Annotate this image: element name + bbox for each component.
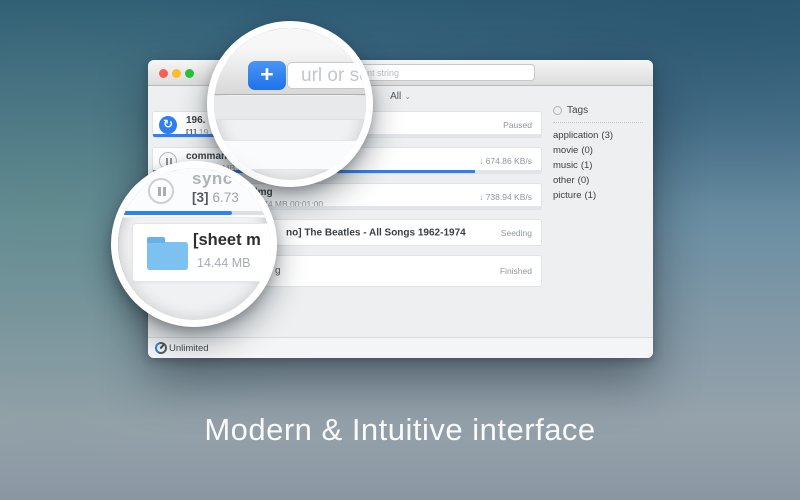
zoom-button[interactable] [185,69,194,78]
tags-sidebar: Tags application(3) movie(0) music(1) ot… [553,105,648,203]
row-status: ↓ 738.94 KB/s [479,192,532,202]
sidebar-item-music[interactable]: music(1) [553,158,648,173]
tag-circle-icon [553,106,562,115]
add-download-button: + [248,61,286,90]
queue-number: [3] [192,190,209,205]
speed-limit-status[interactable]: Unlimited [169,343,209,354]
sidebar-item-application[interactable]: application(3) [553,128,648,143]
download-size: 14.44 MB [197,256,251,270]
row-status: Paused [503,120,532,130]
speedometer-icon [155,342,167,354]
url-search-input[interactable] [353,64,535,81]
minimize-button[interactable] [172,69,181,78]
folder-icon [147,242,188,270]
sidebar-item-picture[interactable]: picture(1) [553,188,648,203]
tags-header-label: Tags [567,105,588,116]
status-bar: Unlimited [148,337,653,358]
tags-header[interactable]: Tags [553,105,648,116]
magnified-filter-band [214,96,366,120]
tag-count: (0) [578,175,590,186]
download-title: g [275,266,281,277]
progress-fill [118,211,232,215]
chevron-down-icon: ⌄ [404,92,411,101]
magnified-download-title: [sheet m [193,231,261,250]
magnifier-left-content: sync [3] 6.73 [sheet m 14.44 MB [118,168,270,320]
magnified-row-band [214,140,366,170]
close-button[interactable] [159,69,168,78]
tag-count: (1) [581,160,593,171]
row-status: Seeding [501,228,532,238]
caption-text: Modern & Intuitive interface [0,412,800,448]
sidebar-item-other[interactable]: other(0) [553,173,648,188]
downloading-icon[interactable]: ↻ [159,116,177,134]
magnifier-circle-top: + url or se [207,21,373,187]
download-size: 6.73 [213,190,239,205]
tags-separator [553,122,643,123]
filter-all-label: All [390,91,401,102]
tag-count: (1) [585,190,597,201]
magnified-search-field: url or se [287,62,366,89]
magnifier-circle-left: sync [3] 6.73 [sheet m 14.44 MB [111,161,277,327]
magnified-download-title: sync [192,169,233,189]
download-title: 196. [186,115,205,126]
tag-count: (3) [601,130,613,141]
filter-all-dropdown[interactable]: All⌄ [390,91,411,102]
download-title: no] The Beatles - All Songs 1962-1974 [286,227,466,238]
pause-icon [148,178,174,204]
progress-fill [153,134,215,137]
magnifier-top-content: + url or se [214,28,366,180]
tag-count: (0) [581,145,593,156]
sidebar-item-movie[interactable]: movie(0) [553,143,648,158]
row-status: ↓ 674.86 KB/s [479,156,532,166]
row-status: Finished [500,266,532,276]
